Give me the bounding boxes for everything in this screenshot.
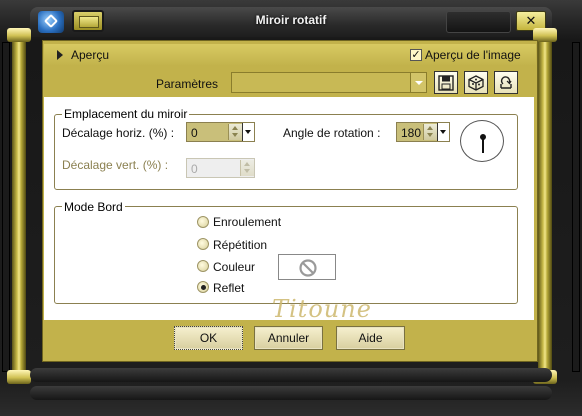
vertical-offset-value: 0 — [191, 162, 198, 176]
vertical-offset-label: Décalage vert. (%) : — [62, 158, 169, 172]
window-menu-button[interactable] — [72, 10, 104, 32]
frame-bottom-bar — [30, 368, 552, 382]
presets-dropdown[interactable] — [231, 72, 427, 93]
frame-left-post — [12, 34, 26, 382]
radio-reflect[interactable] — [197, 281, 209, 293]
spin-arrows-icon[interactable] — [423, 124, 437, 140]
frame-right-post — [538, 34, 552, 382]
ok-button[interactable]: OK — [174, 326, 243, 350]
rotation-angle-value: 180 — [401, 126, 422, 140]
radio-wrap[interactable] — [197, 216, 209, 228]
presets-label: Paramètres — [156, 77, 219, 91]
cancel-button[interactable]: Annuler — [254, 326, 323, 350]
image-preview-label[interactable]: Aperçu de l'image — [425, 48, 521, 62]
post-cap — [7, 28, 31, 42]
mirror-placement-title: Emplacement du miroir — [62, 107, 190, 121]
rotation-angle-input[interactable]: 180 — [396, 122, 450, 142]
spin-arrows-icon — [240, 160, 254, 176]
rotation-angle-label: Angle de rotation : — [283, 126, 381, 140]
window-title: Miroir rotatif — [255, 13, 327, 27]
load-preset-icon — [468, 75, 484, 91]
expand-arrow-icon[interactable] — [57, 50, 63, 60]
watermark: Titoune — [272, 295, 372, 323]
frame-bottom-bar — [30, 386, 552, 400]
color-swatch[interactable] — [278, 254, 336, 280]
no-color-icon — [299, 259, 317, 277]
title-bar-slot — [446, 11, 511, 33]
horizontal-offset-value: 0 — [191, 126, 198, 140]
chevron-down-icon[interactable] — [437, 123, 449, 141]
spin-arrows-icon[interactable] — [228, 124, 242, 140]
post-cap — [7, 370, 31, 384]
chevron-down-icon[interactable] — [410, 73, 426, 92]
save-preset-button[interactable] — [434, 71, 458, 94]
preview-toggle-label[interactable]: Aperçu — [71, 48, 109, 62]
radio-color[interactable] — [197, 260, 209, 272]
horizontal-offset-input[interactable]: 0 — [186, 122, 255, 142]
reset-button[interactable] — [494, 71, 518, 94]
frame-left-bar — [2, 42, 10, 372]
image-preview-checkbox[interactable]: ✓ — [410, 49, 422, 61]
radio-color-label[interactable]: Couleur — [213, 260, 255, 274]
reset-icon — [500, 76, 512, 89]
save-icon — [438, 75, 454, 91]
radio-reflect-label[interactable]: Reflet — [213, 281, 244, 295]
app-icon[interactable] — [38, 11, 64, 33]
vertical-offset-input: 0 — [186, 158, 255, 178]
help-button[interactable]: Aide — [336, 326, 405, 350]
load-preset-button[interactable] — [464, 71, 488, 94]
horizontal-offset-label: Décalage horiz. (%) : — [62, 126, 175, 140]
radio-repeat-label[interactable]: Répétition — [213, 238, 267, 252]
rotation-dial[interactable] — [460, 120, 504, 162]
frame-right-bar — [572, 42, 580, 372]
edge-mode-title: Mode Bord — [62, 200, 125, 214]
radio-repeat[interactable] — [197, 238, 209, 250]
radio-wrap-label[interactable]: Enroulement — [213, 215, 281, 229]
chevron-down-icon[interactable] — [242, 123, 254, 141]
